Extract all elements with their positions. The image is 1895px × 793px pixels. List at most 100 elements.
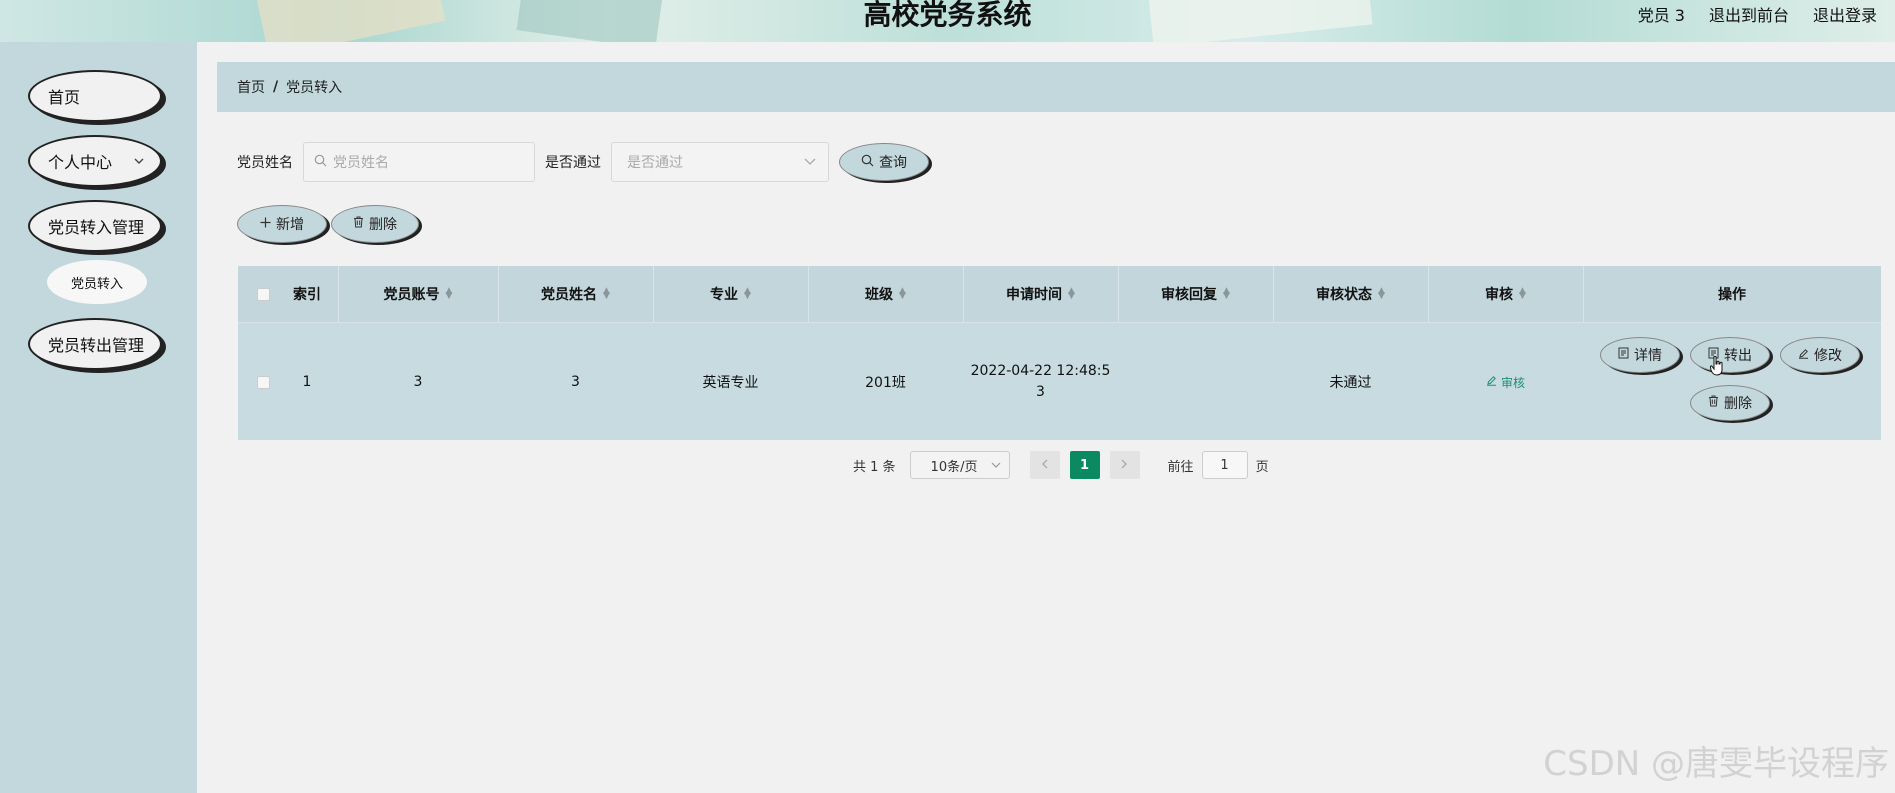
sidebar-subitem-label: 党员转入 (70, 276, 123, 292)
page-size-value: 10条/页 (930, 459, 978, 475)
header-index: 索引 (293, 287, 321, 303)
select-all-checkbox[interactable] (238, 266, 288, 322)
sidebar-item-label: 首页 (48, 88, 81, 107)
header-status[interactable]: 审核状态 ▲ ▼ (1273, 266, 1428, 322)
detail-button-label: 详情 (1634, 348, 1662, 364)
edit-button-label: 修改 (1814, 348, 1842, 364)
cell-major: 英语专业 (702, 375, 759, 391)
prev-page-button[interactable] (1029, 451, 1060, 479)
pass-filter-label: 是否通过 (545, 155, 601, 171)
name-search-placeholder: 党员姓名 (333, 155, 389, 171)
search-icon (861, 154, 874, 171)
sidebar-item-transfer-in-mgmt[interactable]: 党员转入管理 (28, 200, 162, 252)
apply-time-line: 3 (1036, 384, 1045, 400)
table-header: 索引 党员账号 ▲ ▼ 党员姓名 ▲ ▼ 专业 ▲ ▼ 班级 ▲ ▼ 申请时间 ▲ ▼ 审… (238, 266, 1881, 322)
cell-name: 3 (571, 374, 580, 390)
search-bar: 党员姓名 党员姓名 是否通过 是否通过 查询 (237, 142, 929, 182)
header-class-label: 班级 (865, 287, 894, 303)
breadcrumb-current: 党员转入 (286, 80, 343, 96)
add-button[interactable]: 新增 (237, 205, 327, 243)
sort-icon: ▲ ▼ (744, 286, 751, 301)
sort-icon: ▲ ▼ (1378, 286, 1385, 301)
header-major[interactable]: 专业 ▲ ▼ (653, 266, 808, 322)
sidebar-item-label: 个人中心 (48, 153, 113, 172)
audit-link[interactable]: 审核 (1486, 374, 1525, 391)
chevron-down-icon (134, 154, 144, 168)
breadcrumb: 首页 / 党员转入 (217, 62, 1895, 112)
goto-label: 前往 (1167, 459, 1194, 475)
chevron-left-icon (1041, 458, 1048, 473)
hand-cursor-icon (1710, 356, 1723, 376)
edit-icon (1798, 347, 1809, 363)
pass-status-placeholder: 是否通过 (627, 155, 683, 171)
current-page-button[interactable]: 1 (1069, 451, 1100, 479)
trash-icon (353, 216, 364, 232)
header-status-label: 审核状态 (1316, 287, 1373, 303)
header-reply-label: 审核回复 (1161, 287, 1218, 303)
cell-class: 201班 (865, 375, 906, 391)
cell-audit: 审核 (1428, 323, 1583, 441)
app-title: 高校党务系统 (863, 0, 1032, 31)
header-major-label: 专业 (710, 287, 739, 303)
total-count: 共 1 条 (853, 459, 896, 475)
sidebar-item-label: 党员转出管理 (48, 336, 145, 355)
sidebar-item-home[interactable]: 首页 (28, 70, 162, 122)
name-filter-label: 党员姓名 (237, 155, 293, 171)
edit-button[interactable]: 修改 (1780, 337, 1860, 373)
exit-to-front-link[interactable]: 退出到前台 (1709, 2, 1789, 26)
chevron-down-icon (991, 458, 1001, 473)
cell-apply-time: 2022-04-22 12:48:5 3 (963, 323, 1118, 441)
header-reply[interactable]: 审核回复 ▲ ▼ (1118, 266, 1273, 322)
header-account-label: 党员账号 (383, 287, 440, 303)
sort-icon: ▲ ▼ (1223, 286, 1230, 301)
row-checkbox[interactable] (238, 323, 288, 441)
header-class[interactable]: 班级 ▲ ▼ (808, 266, 963, 322)
header-name-label: 党员姓名 (541, 287, 598, 303)
delete-button-label: 删除 (1724, 396, 1752, 412)
next-page-button[interactable] (1109, 451, 1140, 479)
chevron-down-icon (804, 154, 816, 170)
sort-icon: ▲ ▼ (899, 286, 906, 301)
sidebar: 首页 个人中心 党员转入管理 党员转入 党员转出管理 (0, 42, 197, 793)
header-account[interactable]: 党员账号 ▲ ▼ (338, 266, 498, 322)
header-audit-label: 审核 (1485, 287, 1514, 303)
sidebar-subitem-transfer-in[interactable]: 党员转入 (47, 260, 147, 304)
current-user: 党员 3 (1637, 6, 1685, 25)
pass-status-select[interactable]: 是否通过 (611, 142, 829, 182)
sort-icon: ▲ ▼ (603, 286, 610, 301)
sort-icon: ▲ ▼ (1068, 286, 1075, 301)
page-size-select[interactable]: 10条/页 (909, 451, 1010, 479)
cell-index: 1 (302, 374, 312, 390)
cell-status: 未通过 (1329, 375, 1372, 391)
header-audit[interactable]: 审核 ▲ ▼ (1428, 266, 1583, 322)
delete-button[interactable]: 删除 (1690, 385, 1770, 421)
edit-icon (1486, 375, 1497, 389)
name-search-input[interactable]: 党员姓名 (303, 142, 535, 182)
sidebar-item-personal-center[interactable]: 个人中心 (28, 135, 162, 187)
add-button-label: 新增 (276, 217, 304, 233)
logout-link[interactable]: 退出登录 (1813, 2, 1877, 26)
query-button-label: 查询 (879, 155, 907, 171)
header-name[interactable]: 党员姓名 ▲ ▼ (498, 266, 653, 322)
header-user-links: 党员 3 退出到前台 退出登录 (1638, 2, 1877, 26)
batch-delete-button[interactable]: 删除 (331, 205, 419, 243)
page-unit-label: 页 (1255, 459, 1269, 475)
transfer-out-button[interactable]: 转出 (1690, 337, 1770, 373)
sort-icon: ▲ ▼ (445, 286, 453, 301)
trash-icon (1708, 395, 1719, 411)
transfer-in-table: 索引 党员账号 ▲ ▼ 党员姓名 ▲ ▼ 专业 ▲ ▼ 班级 ▲ ▼ 申请时间 ▲ ▼ 审… (238, 266, 1881, 440)
goto-page-input[interactable]: 1 (1201, 451, 1248, 479)
breadcrumb-separator: / (273, 79, 279, 95)
breadcrumb-home[interactable]: 首页 (237, 77, 265, 97)
watermark: CSDN @唐雯毕设程序 (1543, 744, 1889, 784)
pagination: 共 1 条 10条/页 1 前往 1 页 (853, 451, 1269, 479)
document-icon (1618, 347, 1629, 363)
query-button[interactable]: 查询 (839, 143, 929, 181)
batch-delete-label: 删除 (369, 217, 397, 233)
search-icon (314, 154, 327, 171)
sidebar-item-label: 党员转入管理 (48, 218, 145, 237)
detail-button[interactable]: 详情 (1600, 337, 1680, 373)
sidebar-item-transfer-out-mgmt[interactable]: 党员转出管理 (28, 318, 162, 370)
transfer-out-button-label: 转出 (1724, 348, 1752, 364)
header-apply-time[interactable]: 申请时间 ▲ ▼ (963, 266, 1118, 322)
